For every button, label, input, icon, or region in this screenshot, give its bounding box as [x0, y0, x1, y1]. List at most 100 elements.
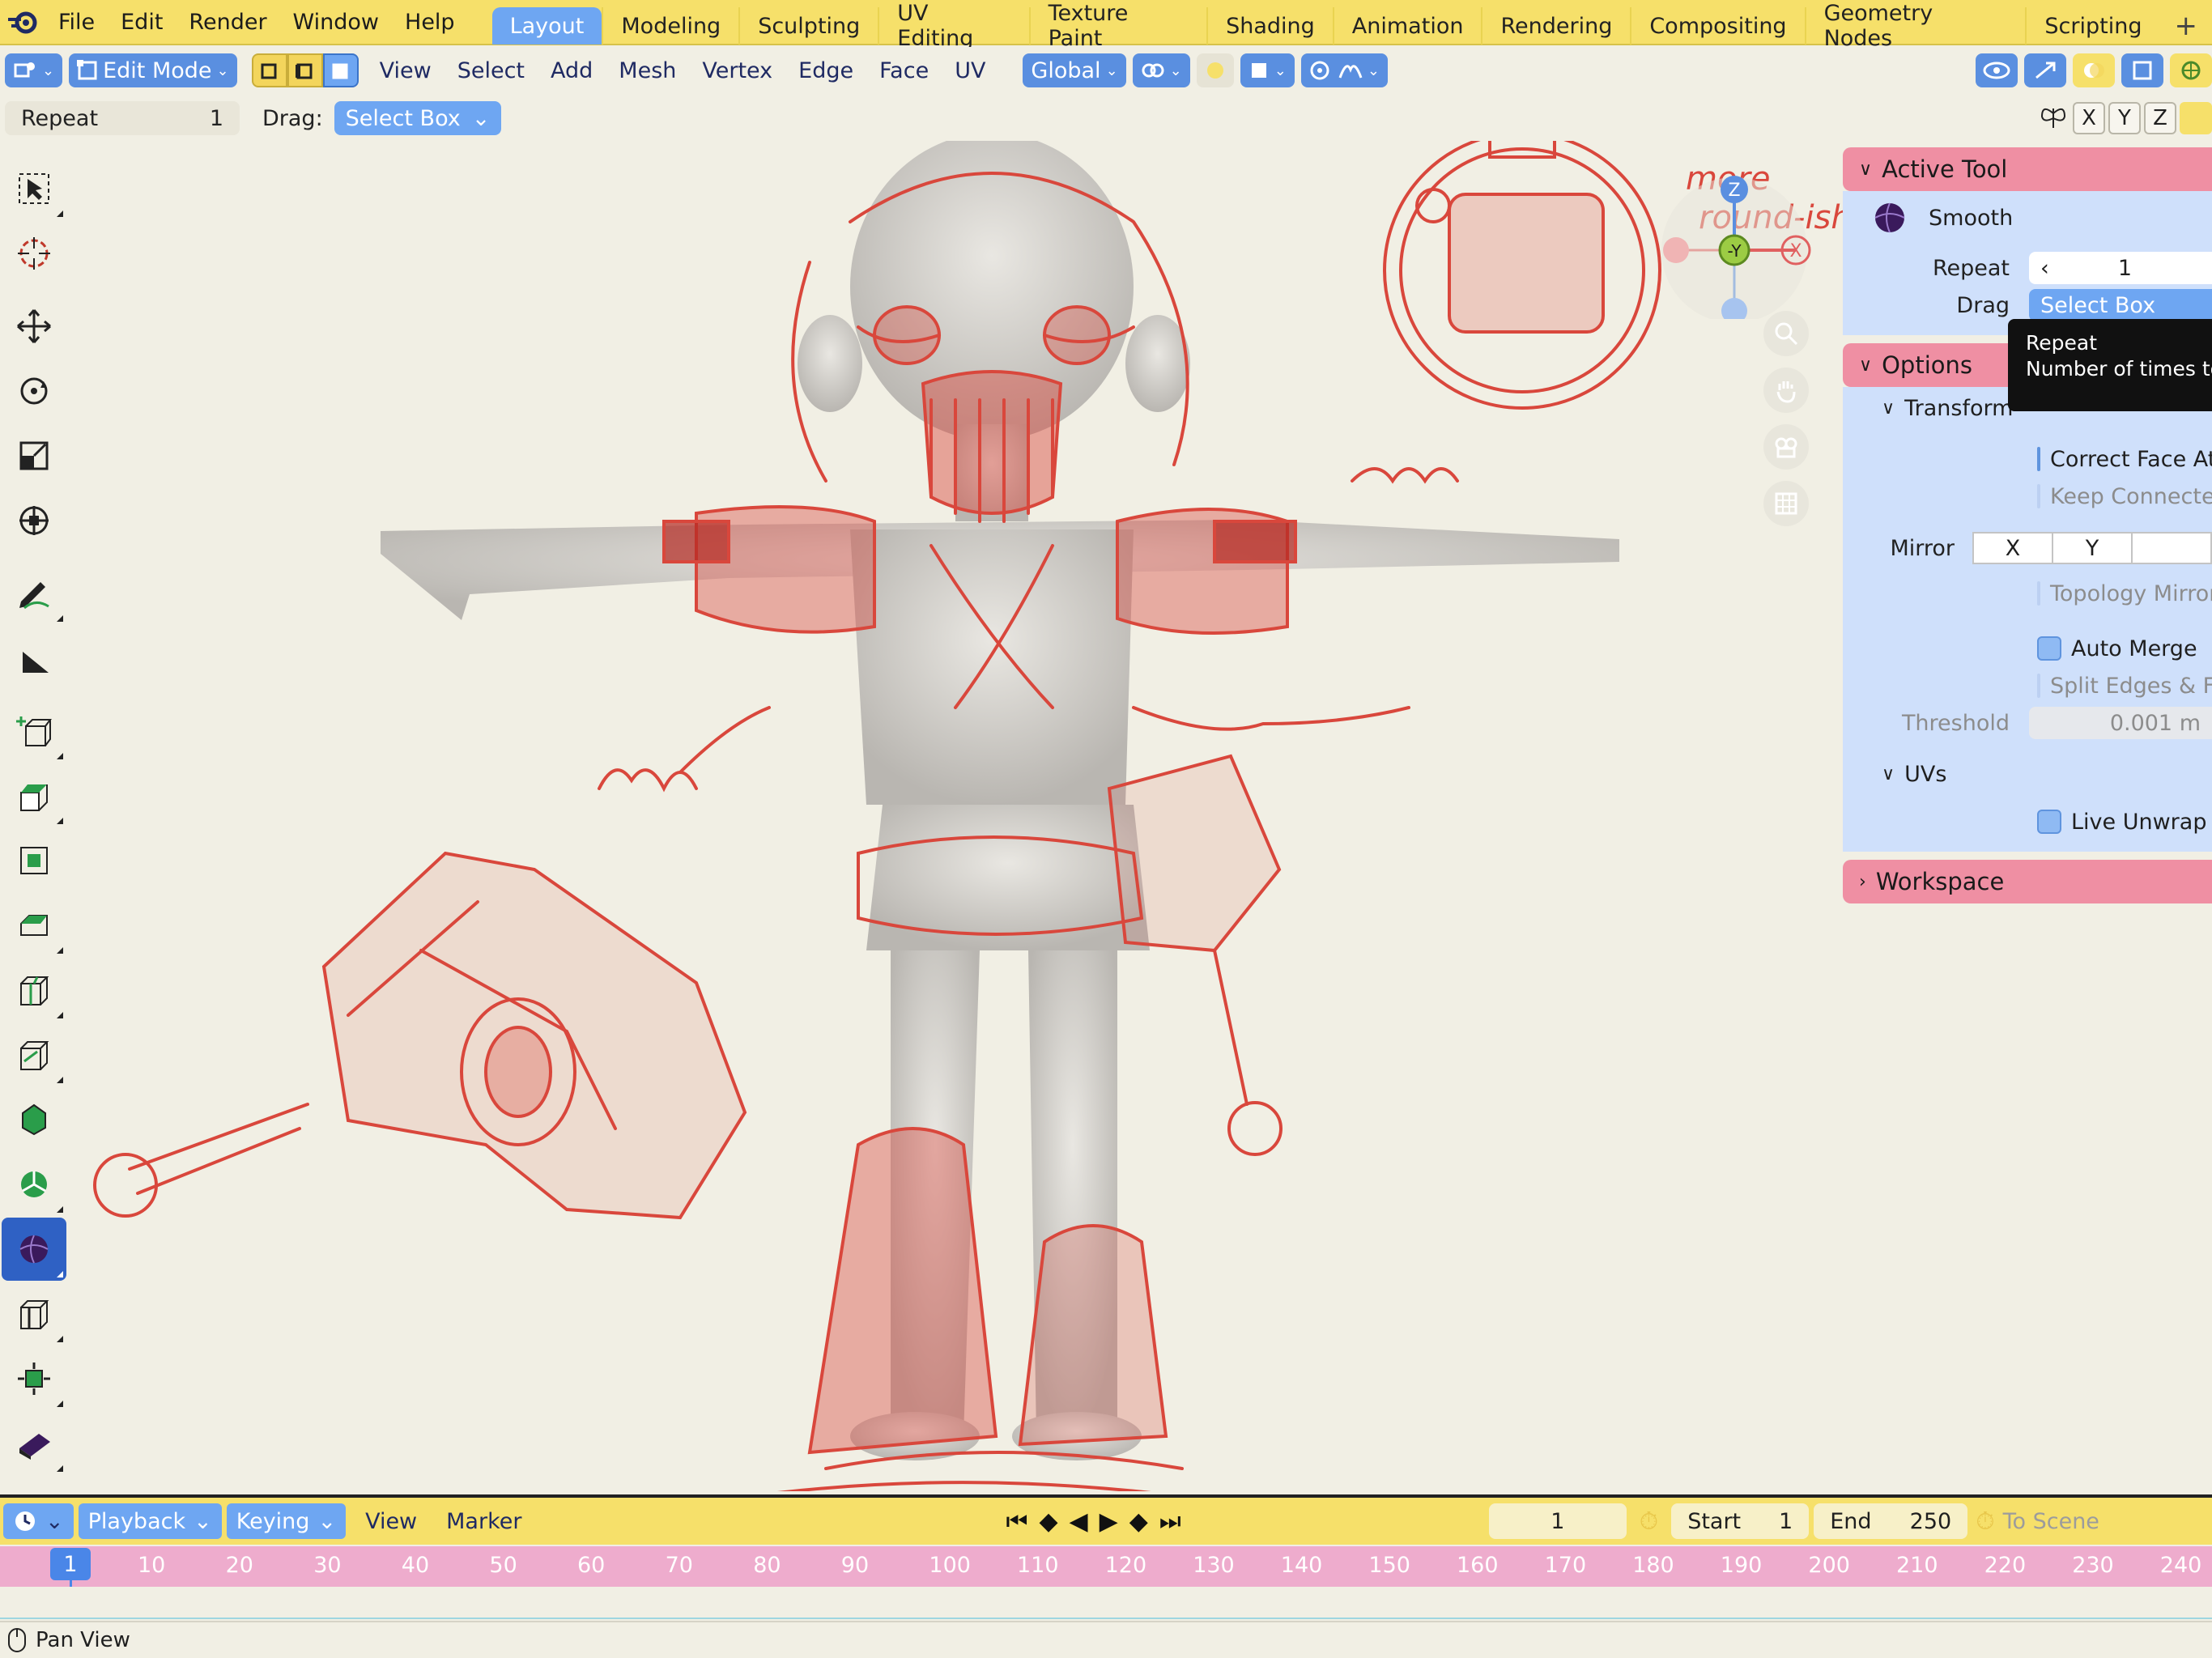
- mirror-z-button[interactable]: Z: [2144, 102, 2176, 134]
- tab-modeling[interactable]: Modeling: [602, 7, 738, 45]
- timeline-track[interactable]: [0, 1587, 2212, 1619]
- 3d-viewport[interactable]: more round-ish Z X: [0, 141, 2212, 1491]
- zoom-icon[interactable]: [1763, 311, 1809, 356]
- spin-tool[interactable]: [2, 1153, 66, 1216]
- sidebar-drag-dropdown[interactable]: Select Box: [2029, 289, 2212, 321]
- cursor-tool[interactable]: [2, 222, 66, 285]
- gizmo-dropdown[interactable]: [2024, 53, 2066, 87]
- poly-build-tool[interactable]: [2, 1088, 66, 1151]
- sidebar-mirror-x[interactable]: X: [1972, 532, 2053, 564]
- start-frame-field[interactable]: Start 1: [1671, 1503, 1810, 1539]
- visibility-dropdown[interactable]: [1976, 53, 2018, 87]
- next-keyframe-icon[interactable]: ◆: [1129, 1507, 1148, 1536]
- keying-dropdown[interactable]: Keying ⌄: [226, 1503, 347, 1539]
- jump-start-icon[interactable]: ⏮: [1006, 1507, 1027, 1536]
- tab-layout[interactable]: Layout: [491, 7, 602, 45]
- menu-help[interactable]: Help: [392, 0, 468, 45]
- sidebar-mirror-z[interactable]: [2131, 532, 2212, 564]
- edge-slide-tool[interactable]: [2, 1282, 66, 1346]
- shrink-fatten-tool[interactable]: [2, 1347, 66, 1410]
- repeat-field[interactable]: Repeat 1: [5, 101, 240, 135]
- vertex-select-icon[interactable]: [251, 53, 287, 87]
- grid-perspective-icon[interactable]: [1763, 481, 1809, 526]
- stopwatch-icon[interactable]: ⏱: [1640, 1507, 1658, 1536]
- character-mesh[interactable]: [381, 141, 1619, 1460]
- menu-window[interactable]: Window: [280, 0, 392, 45]
- stopwatch-icon[interactable]: ⏱: [1976, 1507, 1994, 1536]
- end-frame-field[interactable]: End 250: [1814, 1503, 1968, 1539]
- frame-ruler[interactable]: 10 20 30 40 50 60 70 80 90 100 110 120 130 140 150 160 1…: [0, 1546, 2212, 1587]
- navigation-gizmo[interactable]: Z X -Y: [1660, 157, 1822, 319]
- tab-compositing[interactable]: Compositing: [1630, 7, 1804, 45]
- timeline-menu-marker[interactable]: Marker: [432, 1509, 536, 1534]
- play-icon[interactable]: ▶: [1100, 1507, 1118, 1536]
- play-reverse-icon[interactable]: ◀: [1070, 1507, 1088, 1536]
- active-tool-panel-header[interactable]: ∨ Active Tool: [1843, 147, 2212, 191]
- header-menu-uv[interactable]: UV: [942, 53, 998, 87]
- current-frame-field[interactable]: 1: [1488, 1503, 1627, 1539]
- proportional-editing-dropdown[interactable]: ⌄: [1300, 53, 1388, 87]
- edge-select-icon[interactable]: [287, 53, 323, 87]
- threshold-field[interactable]: 0.001 m: [2029, 707, 2212, 739]
- select-box-tool[interactable]: [2, 157, 66, 220]
- add-cube-tool[interactable]: [2, 699, 66, 763]
- smooth-tool[interactable]: [2, 1218, 66, 1281]
- snap-toggle[interactable]: [1196, 53, 1234, 87]
- overlay-dropdown[interactable]: [2073, 53, 2115, 87]
- tab-shading[interactable]: Shading: [1206, 7, 1333, 45]
- scale-tool[interactable]: [2, 424, 66, 487]
- split-edges-checkbox[interactable]: Split Edges & Faces: [1843, 667, 2212, 704]
- playback-dropdown[interactable]: Playback ⌄: [78, 1503, 222, 1539]
- shading-toggle[interactable]: [2170, 53, 2212, 87]
- header-menu-select[interactable]: Select: [445, 53, 538, 87]
- extrude-tool[interactable]: [2, 764, 66, 827]
- sun-icon[interactable]: [2180, 102, 2212, 134]
- blender-logo-icon[interactable]: [0, 0, 45, 45]
- menu-render[interactable]: Render: [176, 0, 279, 45]
- mode-dropdown[interactable]: Edit Mode ⌄: [69, 53, 237, 87]
- to-scene-label[interactable]: To Scene: [2003, 1509, 2099, 1534]
- tab-texture-paint[interactable]: Texture Paint: [1028, 1, 1207, 51]
- frame-cursor[interactable]: 1: [50, 1548, 91, 1580]
- jump-end-icon[interactable]: ⏭: [1159, 1507, 1181, 1536]
- sidebar-mirror-y[interactable]: Y: [2052, 532, 2133, 564]
- xray-toggle[interactable]: [2121, 53, 2163, 87]
- header-menu-edge[interactable]: Edge: [785, 53, 866, 87]
- timeline-editor-type[interactable]: ⌄: [3, 1503, 74, 1539]
- menu-file[interactable]: File: [45, 0, 108, 45]
- mirror-y-button[interactable]: Y: [2108, 102, 2141, 134]
- header-menu-vertex[interactable]: Vertex: [689, 53, 785, 87]
- tab-uv-editing[interactable]: UV Editing: [878, 1, 1028, 51]
- header-menu-add[interactable]: Add: [538, 53, 606, 87]
- workspace-panel-header[interactable]: › Workspace: [1843, 860, 2212, 903]
- menu-edit[interactable]: Edit: [108, 0, 176, 45]
- transform-tool[interactable]: [2, 489, 66, 552]
- prev-keyframe-icon[interactable]: ◆: [1039, 1507, 1057, 1536]
- live-unwrap-checkbox[interactable]: Live Unwrap: [1843, 803, 2212, 840]
- correct-face-checkbox[interactable]: Correct Face Attributes: [1843, 440, 2212, 478]
- editor-type-button[interactable]: ⌄: [5, 53, 63, 87]
- shear-tool[interactable]: [2, 1412, 66, 1475]
- header-menu-face[interactable]: Face: [866, 53, 942, 87]
- move-tool[interactable]: [2, 295, 66, 358]
- timeline-menu-view[interactable]: View: [351, 1509, 432, 1534]
- tab-geometry-nodes[interactable]: Geometry Nodes: [1804, 1, 2026, 51]
- inset-tool[interactable]: [2, 829, 66, 892]
- rotate-tool[interactable]: [2, 359, 66, 423]
- sidebar-repeat-field[interactable]: ‹ 1: [2029, 252, 2212, 284]
- annotate-tool[interactable]: [2, 562, 66, 625]
- chevron-left-icon[interactable]: ‹: [2040, 256, 2049, 281]
- tab-animation[interactable]: Animation: [1332, 7, 1482, 45]
- tab-sculpting[interactable]: Sculpting: [738, 7, 878, 45]
- snap-target-dropdown[interactable]: ⌄: [1240, 53, 1295, 87]
- camera-view-icon[interactable]: [1763, 424, 1809, 470]
- measure-tool[interactable]: [2, 627, 66, 690]
- keep-connected-checkbox[interactable]: Keep Connected: [1843, 478, 2212, 515]
- topology-mirror-checkbox[interactable]: Topology Mirror: [1843, 575, 2212, 612]
- header-menu-view[interactable]: View: [367, 53, 445, 87]
- auto-merge-checkbox[interactable]: Auto Merge: [1843, 630, 2212, 667]
- pivot-dropdown[interactable]: ⌄: [1132, 53, 1190, 87]
- tab-rendering[interactable]: Rendering: [1481, 7, 1630, 45]
- tab-scripting[interactable]: Scripting: [2025, 7, 2159, 45]
- mirror-x-button[interactable]: X: [2073, 102, 2105, 134]
